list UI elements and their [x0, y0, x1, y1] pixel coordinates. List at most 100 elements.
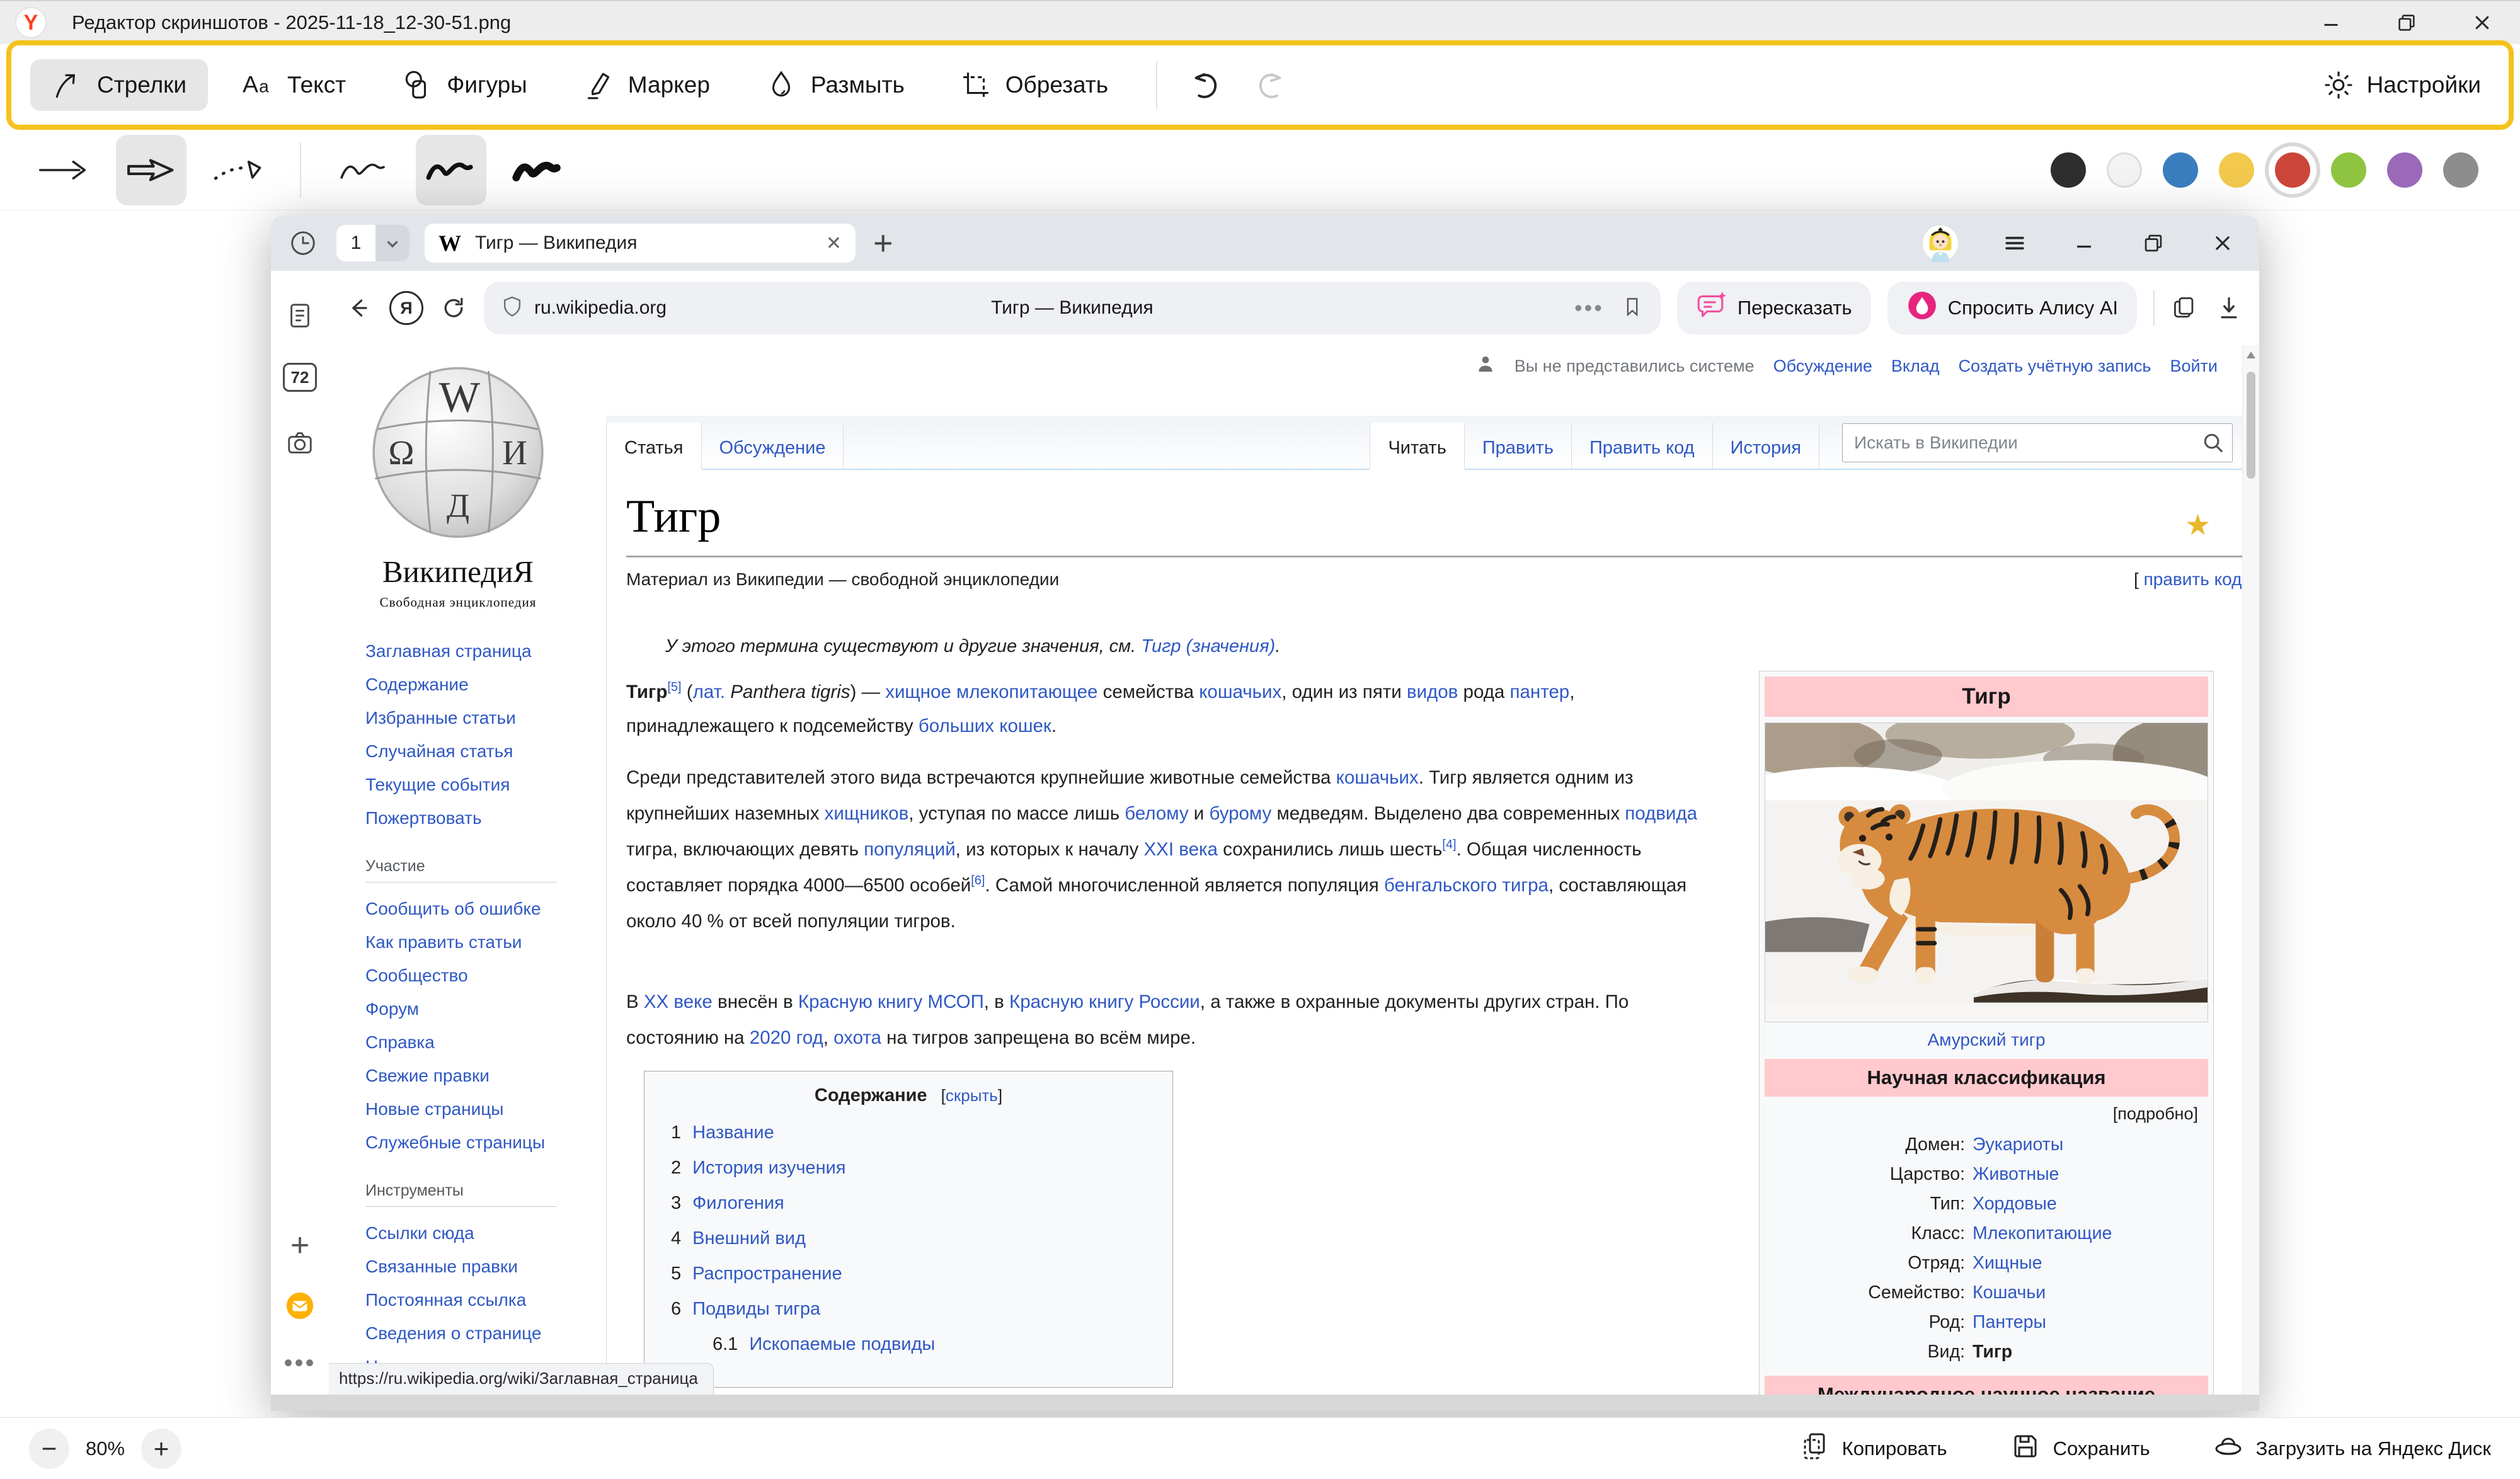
- sidebar-link[interactable]: Пожертвовать: [365, 808, 482, 828]
- sidebar-link[interactable]: Форум: [365, 999, 419, 1019]
- tab-group-button[interactable]: 1: [336, 225, 410, 261]
- user-link[interactable]: Войти: [2170, 357, 2218, 376]
- wiki-link[interactable]: охота: [833, 1027, 881, 1048]
- namespace-tab[interactable]: Обсуждение: [702, 423, 844, 469]
- sidebar-link[interactable]: Текущие события: [365, 775, 510, 794]
- more-icon[interactable]: •••: [284, 1349, 316, 1378]
- tool-blur-button[interactable]: Размыть: [744, 59, 926, 111]
- page-scrollbar[interactable]: [2242, 345, 2259, 1395]
- wiki-link[interactable]: XXI века: [1144, 839, 1218, 860]
- wiki-link[interactable]: кошачьих: [1199, 682, 1281, 702]
- toc-link[interactable]: Распространение: [692, 1264, 842, 1284]
- shield-icon[interactable]: [500, 295, 524, 322]
- color-white[interactable]: [2107, 152, 2142, 188]
- browser-minimize-icon[interactable]: [2070, 229, 2098, 257]
- style-squiggle-medium-button[interactable]: [416, 135, 486, 205]
- tool-text-button[interactable]: AaТекст: [220, 59, 367, 111]
- wiki-link[interactable]: пантер: [1510, 682, 1570, 702]
- sidebar-link[interactable]: Связанные правки: [365, 1257, 518, 1276]
- wiki-link[interactable]: [6]: [971, 874, 985, 888]
- sidebar-link[interactable]: Случайная статья: [365, 741, 513, 761]
- search-input[interactable]: [1842, 423, 2233, 462]
- tool-shapes-button[interactable]: Фигуры: [380, 59, 549, 111]
- scrollbar-up-arrow[interactable]: [2247, 351, 2255, 358]
- style-squiggle-thin-button[interactable]: [329, 135, 399, 205]
- tiger-photo-caption[interactable]: Амурский тигр: [1765, 1022, 2208, 1059]
- color-blue[interactable]: [2163, 152, 2198, 188]
- wiki-link[interactable]: кошачьих: [1336, 767, 1419, 788]
- notes-icon[interactable]: [285, 301, 314, 330]
- wiki-link[interactable]: [5]: [667, 680, 681, 694]
- wiki-link[interactable]: [4]: [1442, 838, 1456, 852]
- toc-link[interactable]: История изучения: [692, 1158, 845, 1178]
- edit-code-link[interactable]: [ править код ]: [2134, 569, 2252, 590]
- tool-arrows-button[interactable]: Стрелки: [30, 59, 208, 111]
- new-tab-button[interactable]: +: [873, 226, 893, 260]
- toc-hide-link[interactable]: [скрыть]: [941, 1086, 1002, 1105]
- view-tab[interactable]: История: [1713, 423, 1819, 469]
- wiki-link[interactable]: XX веке: [644, 991, 713, 1012]
- browser-restore-icon[interactable]: [2139, 229, 2167, 257]
- user-link[interactable]: Создать учётную запись: [1959, 357, 2151, 376]
- upload-yandex-disk-button[interactable]: Загрузить на Яндекс Диск: [2213, 1431, 2491, 1466]
- wiki-link[interactable]: хищное млекопитающее: [885, 682, 1097, 702]
- wiki-link[interactable]: править код: [2144, 569, 2242, 589]
- style-arrow-outline-button[interactable]: [116, 135, 186, 205]
- sidebar-link[interactable]: Служебные страницы: [365, 1133, 545, 1152]
- toc-link[interactable]: Внешний вид: [692, 1228, 806, 1248]
- sidebar-link[interactable]: Свежие правки: [365, 1066, 490, 1085]
- taxon-link[interactable]: Хордовые: [1973, 1194, 2057, 1214]
- style-arrow-line-button[interactable]: [29, 135, 100, 205]
- wiki-link[interactable]: бенгальского тигра: [1384, 875, 1549, 896]
- sidebar-link[interactable]: Сообщить об ошибке: [365, 899, 541, 918]
- featured-star-icon[interactable]: ★: [2185, 508, 2211, 542]
- color-black[interactable]: [2051, 152, 2086, 188]
- tiger-photo[interactable]: [1765, 722, 2208, 1022]
- browser-tab[interactable]: W Тигр — Википедия ✕: [425, 224, 856, 263]
- wiki-link[interactable]: хищников: [825, 803, 909, 824]
- yandex-browser-icon[interactable]: Я: [389, 291, 423, 325]
- sidebar-link[interactable]: Как править статьи: [365, 932, 522, 952]
- ask-alice-button[interactable]: Спросить Алису AI: [1887, 282, 2137, 334]
- taxon-link[interactable]: Кошачьи: [1973, 1282, 2046, 1303]
- sidebar-link[interactable]: Содержание: [365, 675, 469, 694]
- style-arrow-dashed-button[interactable]: [203, 135, 273, 205]
- retell-button[interactable]: Пересказать: [1677, 282, 1871, 334]
- namespace-tab[interactable]: Статья: [606, 423, 702, 470]
- taxon-link[interactable]: Пантеры: [1973, 1312, 2046, 1332]
- toc-link[interactable]: Филогения: [692, 1193, 784, 1213]
- wiki-link[interactable]: Красную книгу МСОП: [798, 991, 984, 1012]
- ellipsis-icon[interactable]: •••: [1574, 295, 1604, 321]
- wiki-link[interactable]: белому: [1125, 803, 1188, 824]
- bookmark-icon[interactable]: [1620, 295, 1644, 322]
- sidebar-link[interactable]: Сообщество: [365, 966, 468, 985]
- sidebar-link[interactable]: Заглавная страница: [365, 641, 532, 661]
- taxon-link[interactable]: Эукариоты: [1973, 1134, 2063, 1155]
- wiki-link[interactable]: Тигр (значения): [1141, 636, 1275, 656]
- color-red[interactable]: [2275, 152, 2310, 188]
- collections-icon[interactable]: [2171, 294, 2199, 322]
- sidebar-link[interactable]: Сведения о странице: [365, 1323, 541, 1343]
- taxobox-details-link[interactable]: [подробно]: [1765, 1097, 2208, 1130]
- toc-link[interactable]: Ископаемые подвиды: [749, 1334, 935, 1354]
- wiki-link[interactable]: Красную книгу России: [1009, 991, 1200, 1012]
- tool-crop-button[interactable]: Обрезать: [939, 59, 1130, 111]
- search-icon[interactable]: [2201, 431, 2225, 455]
- wiki-link[interactable]: лат.: [693, 682, 725, 702]
- toc-link[interactable]: Подвиды тигра: [692, 1299, 820, 1319]
- sidebar-link[interactable]: Новые страницы: [365, 1099, 503, 1119]
- settings-button[interactable]: Настройки: [2323, 69, 2481, 101]
- address-bar[interactable]: ru.wikipedia.org Тигр — Википедия •••: [484, 282, 1661, 334]
- view-tab[interactable]: Читать: [1370, 423, 1464, 470]
- wiki-link[interactable]: подвида: [1625, 803, 1697, 824]
- style-squiggle-thick-button[interactable]: [503, 135, 573, 205]
- browser-close-icon[interactable]: [2209, 229, 2236, 257]
- back-icon[interactable]: [345, 294, 373, 322]
- undo-icon[interactable]: [1186, 68, 1220, 102]
- copy-button[interactable]: Копировать: [1799, 1431, 1947, 1466]
- screenshot-icon[interactable]: [285, 428, 314, 457]
- wiki-link[interactable]: видов: [1407, 682, 1458, 702]
- user-link[interactable]: Обсуждение: [1773, 357, 1872, 376]
- view-tab[interactable]: Править код: [1572, 423, 1713, 469]
- zoom-in-button[interactable]: +: [141, 1429, 181, 1469]
